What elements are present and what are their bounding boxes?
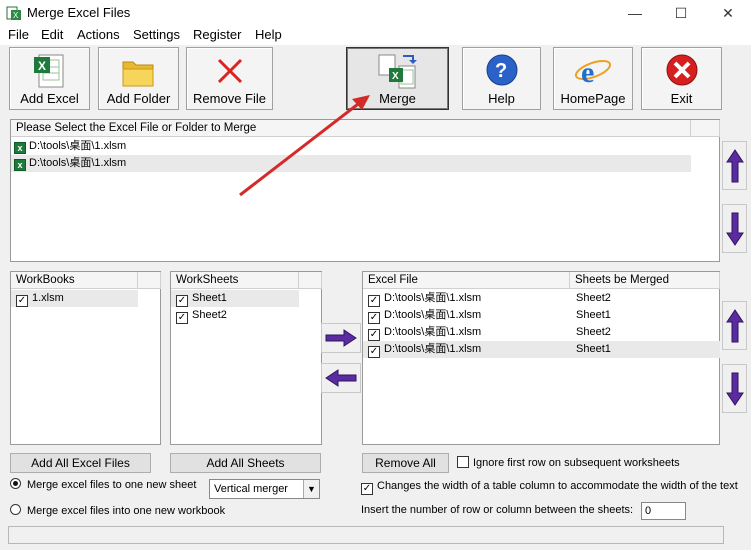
svg-text:e: e <box>581 56 594 89</box>
help-icon: ? <box>482 52 522 95</box>
radio-unselected[interactable] <box>10 504 21 515</box>
ignore-first-row-option[interactable]: Ignore first row on subsequent worksheet… <box>457 456 680 469</box>
excel-file-icon: x <box>14 159 26 171</box>
worksheets-header-filler <box>299 272 322 289</box>
status-bar <box>8 526 724 544</box>
checkbox-checked[interactable]: ✓ <box>368 346 380 358</box>
worksheet-item[interactable]: ✓ Sheet2 <box>171 307 299 324</box>
merger-mode-select[interactable]: Vertical merger ▼ <box>209 479 320 499</box>
browser-icon: e <box>573 52 613 95</box>
excel-file-icon: X <box>30 52 70 95</box>
sheet-move-up-button[interactable] <box>722 301 747 350</box>
title-bar: X Merge Excel Files — ☐ ✕ <box>0 0 751 26</box>
table-row[interactable]: ✓ D:\tools\桌面\1.xlsm Sheet2 <box>363 290 720 307</box>
exit-button[interactable]: Exit <box>641 47 722 110</box>
radio-selected[interactable] <box>10 478 21 489</box>
excel-file-icon: x <box>14 142 26 154</box>
checkbox-checked[interactable]: ✓ <box>368 295 380 307</box>
minimize-button[interactable]: — <box>612 0 658 26</box>
menu-help[interactable]: Help <box>255 27 282 42</box>
svg-text:X: X <box>13 11 19 20</box>
workbooks-header: WorkBooks <box>11 272 138 289</box>
maximize-button[interactable]: ☐ <box>658 0 704 26</box>
worksheets-panel: WorkSheets ✓ Sheet1 ✓ Sheet2 <box>170 271 322 445</box>
remove-from-merge-button[interactable] <box>321 363 361 393</box>
close-window-button[interactable]: ✕ <box>705 0 751 26</box>
homepage-button[interactable]: e HomePage <box>553 47 633 110</box>
app-icon: X <box>6 5 22 21</box>
arrow-up-icon <box>725 148 744 182</box>
insert-number-input[interactable]: 0 <box>641 502 686 520</box>
exit-icon <box>662 52 702 95</box>
table-row[interactable]: ✓ D:\tools\桌面\1.xlsm Sheet1 <box>363 341 720 358</box>
file-move-down-button[interactable] <box>722 204 747 253</box>
chevron-down-icon: ▼ <box>303 480 319 498</box>
add-folder-button[interactable]: Add Folder <box>98 47 179 110</box>
window-title: Merge Excel Files <box>27 5 131 20</box>
menu-edit[interactable]: Edit <box>41 27 63 42</box>
remove-x-icon <box>210 52 250 95</box>
add-excel-button[interactable]: X Add Excel <box>9 47 90 110</box>
menu-file[interactable]: File <box>8 27 29 42</box>
arrow-up-icon <box>725 308 744 342</box>
insert-number-label: Insert the number of row or column betwe… <box>361 504 634 516</box>
checkbox-unchecked[interactable] <box>457 456 469 468</box>
sheet-move-down-button[interactable] <box>722 364 747 413</box>
checkbox-checked[interactable]: ✓ <box>16 295 28 307</box>
remove-all-button[interactable]: Remove All <box>362 453 449 473</box>
file-list-header-filler <box>691 120 720 137</box>
add-all-excel-files-button[interactable]: Add All Excel Files <box>10 453 151 473</box>
help-button[interactable]: ? Help <box>462 47 541 110</box>
workbooks-header-filler <box>138 272 161 289</box>
remove-file-button[interactable]: Remove File <box>186 47 273 110</box>
checkbox-checked[interactable]: ✓ <box>368 329 380 341</box>
arrow-down-icon <box>725 372 744 406</box>
worksheet-item[interactable]: ✓ Sheet1 <box>171 290 299 307</box>
svg-text:X: X <box>392 71 399 82</box>
merge-button[interactable]: X Merge <box>346 47 449 110</box>
svg-text:X: X <box>38 59 46 73</box>
file-move-up-button[interactable] <box>722 141 747 190</box>
checkbox-checked[interactable]: ✓ <box>176 295 188 307</box>
merge-table-panel: Excel File Sheets be Merged ✓ D:\tools\桌面… <box>362 271 720 445</box>
arrow-right-icon <box>325 329 357 347</box>
worksheets-header: WorkSheets <box>171 272 299 289</box>
menu-settings[interactable]: Settings <box>133 27 180 42</box>
radio-one-new-sheet[interactable]: Merge excel files to one new sheet <box>10 478 196 491</box>
svg-text:?: ? <box>495 60 507 82</box>
file-list-item[interactable]: x D:\tools\桌面\1.xlsm <box>11 138 691 155</box>
arrow-down-icon <box>725 212 744 246</box>
checkbox-checked[interactable]: ✓ <box>176 312 188 324</box>
change-width-option[interactable]: ✓ Changes the width of a table column to … <box>361 480 738 495</box>
checkbox-checked[interactable]: ✓ <box>368 312 380 324</box>
table-row[interactable]: ✓ D:\tools\桌面\1.xlsm Sheet1 <box>363 307 720 324</box>
folder-icon <box>119 52 159 95</box>
file-list-header: Please Select the Excel File or Folder t… <box>11 120 691 137</box>
add-to-merge-button[interactable] <box>321 323 361 353</box>
column-header-excel-file: Excel File <box>363 272 570 289</box>
workbook-item[interactable]: ✓ 1.xlsm <box>11 290 138 307</box>
add-all-sheets-button[interactable]: Add All Sheets <box>170 453 321 473</box>
menu-register[interactable]: Register <box>193 27 241 42</box>
table-row[interactable]: ✓ D:\tools\桌面\1.xlsm Sheet2 <box>363 324 720 341</box>
column-header-sheets: Sheets be Merged <box>570 272 720 289</box>
workbooks-panel: WorkBooks ✓ 1.xlsm <box>10 271 161 445</box>
arrow-left-icon <box>325 369 357 387</box>
menu-bar: File Edit Actions Settings Register Help <box>0 26 751 45</box>
checkbox-checked[interactable]: ✓ <box>361 483 373 495</box>
menu-actions[interactable]: Actions <box>77 27 120 42</box>
file-list-panel: Please Select the Excel File or Folder t… <box>10 119 720 262</box>
radio-one-new-workbook[interactable]: Merge excel files into one new workbook <box>10 504 225 517</box>
file-list-item[interactable]: x D:\tools\桌面\1.xlsm <box>11 155 691 172</box>
